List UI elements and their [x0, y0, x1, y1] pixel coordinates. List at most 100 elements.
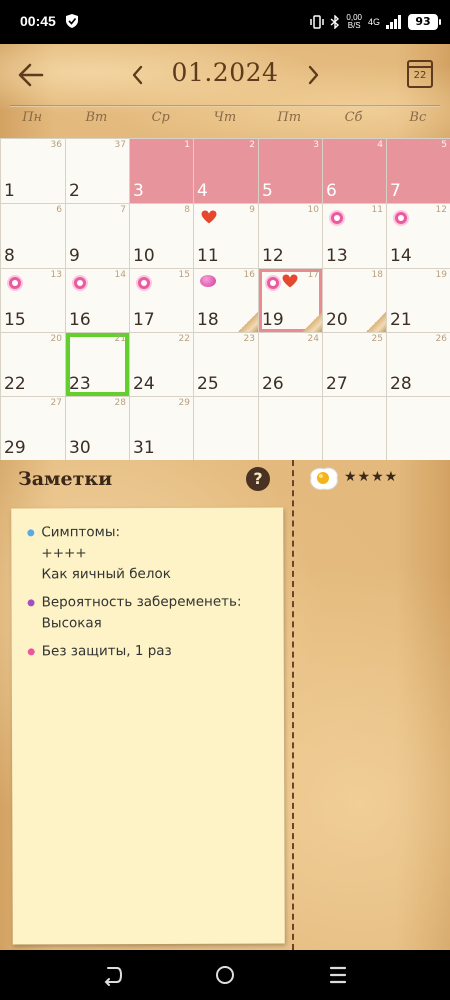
day-number: 23 — [69, 374, 91, 394]
cycle-day-number: 29 — [178, 398, 190, 408]
calendar-empty-cell — [259, 397, 322, 460]
previous-month-icon[interactable] — [128, 64, 148, 86]
cycle-day-number: 3 — [313, 140, 319, 150]
cycle-day-number: 15 — [178, 270, 190, 280]
day-number: 6 — [326, 181, 337, 201]
calendar-day-cell[interactable]: 23 25 — [194, 333, 258, 396]
cycle-day-number: 1 — [184, 140, 190, 150]
calendar-day-cell[interactable]: 37 2 — [66, 139, 129, 203]
calendar-day-cell[interactable]: 8 10 — [130, 204, 193, 268]
bluetooth-icon — [330, 15, 340, 29]
cycle-day-number: 37 — [114, 140, 126, 150]
rating-stars: ★★★★ — [344, 469, 399, 485]
day-number: 29 — [4, 438, 26, 458]
cycle-day-number: 28 — [114, 398, 126, 408]
calendar-day-cell[interactable]: 24 — [194, 139, 258, 203]
weekday-fri: Пт — [277, 110, 302, 125]
cycle-day-number: 36 — [50, 140, 62, 150]
weekday-wed: Ср — [151, 110, 170, 125]
calendar-day-cell[interactable]: 11 13 — [323, 204, 386, 268]
day-number: 1 — [4, 181, 15, 201]
calendar-day-cell[interactable]: 13 — [130, 139, 193, 203]
day-number: 8 — [4, 246, 15, 266]
vibrate-icon — [310, 15, 325, 29]
day-number: 13 — [326, 246, 348, 266]
cycle-day-number: 24 — [307, 334, 319, 344]
day-number: 17 — [133, 310, 155, 330]
page-curl-icon — [238, 312, 258, 332]
calendar-day-cell[interactable]: 19 21 — [387, 269, 450, 332]
flower-icon — [265, 275, 281, 291]
cycle-day-number: 6 — [56, 205, 62, 215]
calendar-day-cell[interactable]: 14 16 — [66, 269, 129, 332]
day-number: 30 — [69, 438, 91, 458]
calendar-day-cell[interactable]: 15 17 — [130, 269, 193, 332]
calendar-day-cell[interactable]: 10 12 — [259, 204, 322, 268]
next-month-icon[interactable] — [303, 64, 323, 86]
day-number: 22 — [4, 374, 26, 394]
calendar-day-cell[interactable]: 12 14 — [387, 204, 450, 268]
bullet-icon — [27, 648, 35, 656]
calendar-empty-cell — [387, 397, 450, 460]
calendar-day-cell[interactable]: 57 — [387, 139, 450, 203]
weekday-mon: Пн — [22, 110, 43, 125]
calendar-day-cell[interactable]: 13 15 — [1, 269, 65, 332]
cycle-day-number: 12 — [435, 205, 447, 215]
calendar-day-cell[interactable]: 21 23 — [66, 333, 129, 396]
calendar-day-cell[interactable]: 27 29 — [1, 397, 65, 460]
bullet-icon — [27, 529, 35, 537]
heart-icon — [200, 209, 218, 225]
weekday-thu: Чт — [213, 110, 237, 125]
weekday-sat: Сб — [344, 110, 363, 125]
back-arrow-icon[interactable] — [18, 62, 44, 88]
bullet-icon — [27, 599, 35, 607]
calendar-day-cell[interactable]: 20 22 — [1, 333, 65, 396]
status-bar: 00:45 0,00 B/S 4G 93 — [0, 0, 450, 44]
day-number: 2 — [69, 181, 80, 201]
calendar-day-cell[interactable]: 68 — [1, 204, 65, 268]
weekday-row: Пн Вт Ср Чт Пт Сб Вс — [0, 110, 450, 134]
calendar-day-cell[interactable]: 35 — [259, 139, 322, 203]
cycle-day-number: 16 — [243, 270, 255, 280]
calendar-day-cell[interactable]: 18 20 — [323, 269, 386, 332]
calendar-day-cell[interactable]: 36 1 — [1, 139, 65, 203]
flower-icon — [72, 275, 88, 291]
calendar-day-cell[interactable]: 9 11 — [194, 204, 258, 268]
calendar-day-cell[interactable]: 25 27 — [323, 333, 386, 396]
calendar-day-cell[interactable]: 24 26 — [259, 333, 322, 396]
day-number: 19 — [262, 310, 284, 330]
calendar-day-cell[interactable]: 26 28 — [387, 333, 450, 396]
day-number: 20 — [326, 310, 348, 330]
calendar-day-cell[interactable]: 79 — [66, 204, 129, 268]
calendar-day-cell[interactable]: 46 — [323, 139, 386, 203]
cycle-day-number: 20 — [50, 334, 62, 344]
recents-icon[interactable] — [327, 964, 349, 986]
calendar-day-cell[interactable]: 16 18 — [194, 269, 258, 332]
help-icon[interactable]: ? — [246, 467, 270, 491]
pill-icon — [200, 275, 216, 287]
calendar-day-cell[interactable]: 29 31 — [130, 397, 193, 460]
cycle-day-number: 8 — [184, 205, 190, 215]
cycle-day-number: 26 — [435, 334, 447, 344]
calendar-day-cell[interactable]: 28 30 — [66, 397, 129, 460]
calendar-day-cell[interactable]: 22 24 — [130, 333, 193, 396]
today-calendar-icon[interactable]: 22 — [407, 60, 433, 88]
notes-divider — [292, 460, 294, 950]
navigation-bar — [0, 950, 450, 1000]
day-number: 28 — [390, 374, 412, 394]
shield-icon — [66, 14, 78, 28]
cycle-day-number: 11 — [371, 205, 383, 215]
page-curl-icon — [366, 312, 386, 332]
cycle-day-number: 27 — [50, 398, 62, 408]
heart-icon — [281, 273, 299, 289]
day-number: 7 — [390, 181, 401, 201]
back-icon[interactable] — [102, 964, 124, 986]
note-symptoms: Симптомы: ++++ Как яичный белок — [27, 522, 171, 585]
cycle-day-number: 13 — [50, 270, 62, 280]
flower-icon — [136, 275, 152, 291]
home-icon[interactable] — [214, 964, 236, 986]
status-time: 00:45 — [20, 13, 56, 29]
day-number: 4 — [197, 181, 208, 201]
calendar-day-cell[interactable]: 17 19 — [259, 269, 322, 332]
notes-paper[interactable]: Симптомы: ++++ Как яичный белок Вероятно… — [11, 507, 285, 945]
